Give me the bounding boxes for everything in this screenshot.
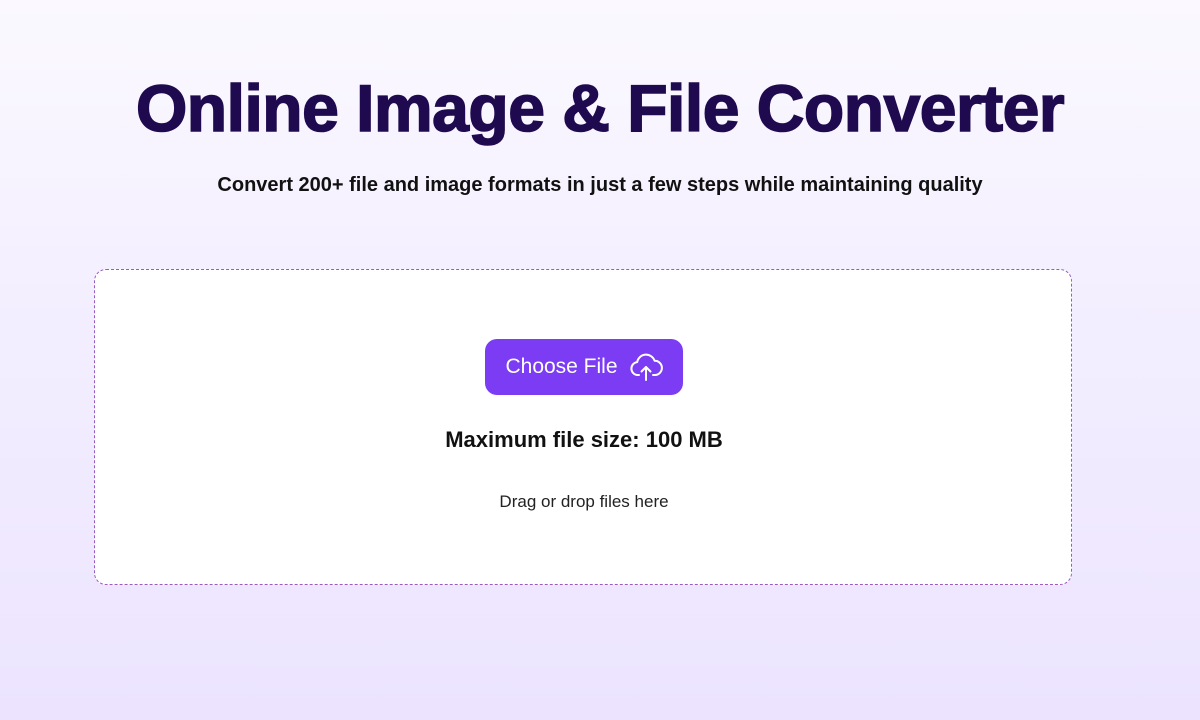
file-dropzone[interactable]: Choose File Maximum file size: 100 MB Dr… (94, 269, 1072, 585)
page-title: Online Image & File Converter (135, 70, 1065, 146)
page-subtitle: Convert 200+ file and image formats in j… (217, 174, 983, 196)
cloud-upload-icon (629, 352, 663, 382)
choose-file-button[interactable]: Choose File (485, 339, 683, 395)
page: Online Image & File Converter Convert 20… (0, 0, 1200, 720)
choose-file-label: Choose File (505, 355, 618, 378)
max-file-size-text: Maximum file size: 100 MB (445, 427, 723, 452)
drag-drop-hint: Drag or drop files here (499, 492, 669, 511)
